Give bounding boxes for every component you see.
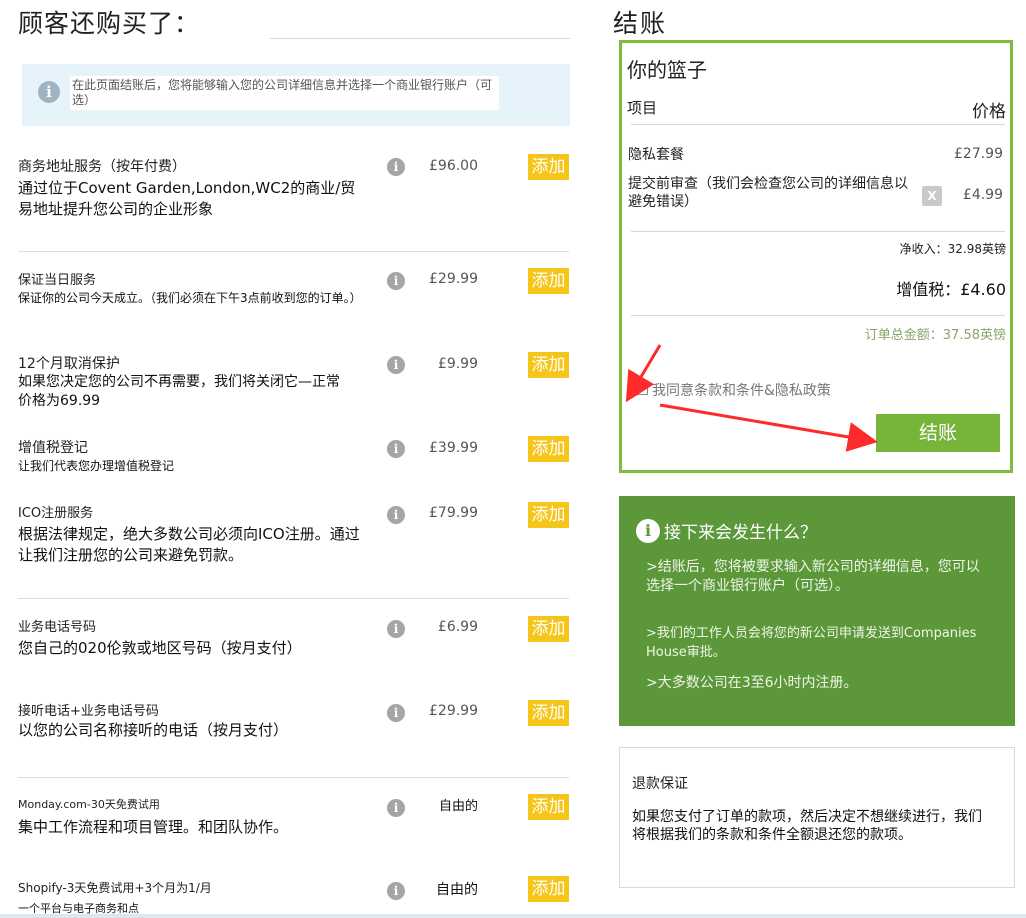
refund-text: 如果您支付了订单的款项，然后决定不想继续进行，我们将根据我们的条款和条件全额退还… bbox=[632, 809, 982, 843]
next-step-1: >结账后，您将被要求输入新公司的详细信息，您可以选择一个商业银行账户（可选）。 bbox=[646, 559, 980, 594]
info-icon: i bbox=[636, 519, 660, 543]
next-steps-title: 接下来会发生什么？ bbox=[664, 523, 817, 543]
refund-title: 退款保证 bbox=[632, 776, 688, 792]
arrow-to-checkbox bbox=[625, 344, 662, 403]
next-step-2: >我们的工作人员会将您的新公司申请发送到Companies House审批。 bbox=[646, 626, 977, 660]
page-bottom-border bbox=[0, 914, 1026, 918]
next-step-3: >大多数公司在3至6小时内注册。 bbox=[646, 675, 858, 691]
arrow-to-checkout-button bbox=[659, 403, 878, 452]
